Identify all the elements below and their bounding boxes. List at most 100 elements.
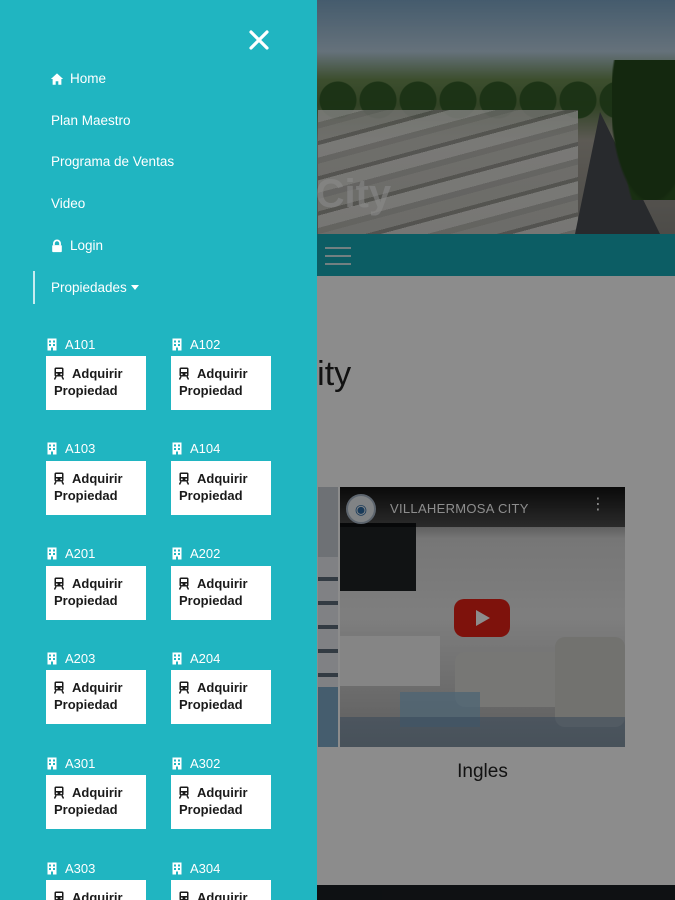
property-card-a202: A202 Adquirir Propiedad bbox=[171, 546, 271, 620]
menu-item-login[interactable]: Login bbox=[51, 238, 103, 253]
tram-icon bbox=[54, 577, 64, 590]
property-card-a301: A301 Adquirir Propiedad bbox=[46, 755, 146, 830]
acquire-label-line1: Adquirir bbox=[197, 785, 248, 801]
menu-item-label: Plan Maestro bbox=[51, 113, 131, 128]
home-icon bbox=[50, 72, 64, 85]
menu-item-label: Login bbox=[70, 238, 104, 253]
property-link[interactable]: A204 bbox=[171, 650, 271, 666]
tram-icon bbox=[54, 681, 64, 695]
menu-item-programa-de-ventas[interactable]: Programa de Ventas bbox=[51, 154, 174, 169]
property-link[interactable]: A303 bbox=[46, 860, 146, 876]
acquire-label-line2: Propiedad bbox=[179, 487, 243, 503]
acquire-label-line2: Propiedad bbox=[54, 592, 118, 608]
menu-item-home[interactable]: Home bbox=[50, 71, 107, 86]
acquire-label-line2: Propiedad bbox=[54, 487, 118, 503]
acquire-label-line2: Propiedad bbox=[179, 592, 243, 608]
property-code: A303 bbox=[65, 860, 96, 876]
acquire-property-button[interactable]: AdquirirPropiedad bbox=[171, 670, 271, 725]
property-card-a302: A302 Adquirir Propiedad bbox=[171, 755, 271, 830]
property-code: A302 bbox=[190, 755, 221, 771]
menu-item-label: Programa de Ventas bbox=[51, 154, 175, 169]
tram-icon bbox=[54, 367, 64, 380]
tram-icon bbox=[179, 577, 189, 590]
property-link[interactable]: A304 bbox=[171, 860, 271, 876]
acquire-label-line2: Propiedad bbox=[179, 697, 243, 713]
acquire-label-line2: Propiedad bbox=[54, 802, 118, 818]
acquire-property-button[interactable]: AdquirirPropiedad bbox=[46, 775, 146, 830]
building-icon bbox=[172, 652, 182, 665]
acquire-property-button[interactable]: AdquirirPropiedad bbox=[46, 460, 146, 515]
tram-icon bbox=[54, 472, 64, 485]
acquire-label-line1: Adquirir bbox=[72, 366, 123, 381]
building-icon bbox=[47, 862, 57, 874]
property-link[interactable]: A104 bbox=[171, 441, 271, 457]
acquire-label-line1: Adquirir bbox=[72, 785, 123, 801]
acquire-label-line1: Adquirir bbox=[197, 470, 248, 486]
acquire-label-line2: Propiedad bbox=[179, 802, 243, 818]
tram-icon bbox=[179, 472, 189, 485]
building-icon bbox=[47, 338, 57, 350]
acquire-label-line1: Adquirir bbox=[72, 890, 123, 900]
acquire-property-button[interactable]: AdquirirPropiedad bbox=[171, 775, 271, 830]
property-link[interactable]: A301 bbox=[46, 755, 146, 771]
acquire-property-button[interactable]: AdquirirPropiedad bbox=[171, 460, 271, 515]
property-link[interactable]: A101 bbox=[46, 336, 146, 352]
property-code: A304 bbox=[190, 860, 221, 876]
building-icon bbox=[47, 547, 57, 560]
acquire-label-line2: Propiedad bbox=[179, 383, 243, 398]
property-card-a304: A304 AdquirirPropiedad bbox=[171, 860, 271, 900]
tram-icon bbox=[179, 681, 189, 695]
building-icon bbox=[172, 442, 182, 455]
acquire-property-button[interactable]: AdquirirPropiedad bbox=[171, 565, 271, 620]
acquire-label-line1: Adquirir bbox=[72, 680, 123, 696]
acquire-label-line1: Adquirir bbox=[72, 575, 123, 591]
building-icon bbox=[47, 652, 57, 665]
acquire-property-button[interactable]: AdquirirPropiedad bbox=[171, 880, 271, 900]
menu-item-label: Video bbox=[51, 196, 86, 211]
property-link[interactable]: A102 bbox=[171, 336, 271, 352]
close-icon[interactable] bbox=[246, 27, 272, 53]
acquire-label-line2: Propiedad bbox=[54, 383, 118, 398]
acquire-property-button[interactable]: Adquirir Propiedad bbox=[46, 356, 146, 410]
property-link[interactable]: A202 bbox=[171, 546, 271, 562]
menu-item-video[interactable]: Video bbox=[51, 196, 85, 211]
menu-item-label: Propiedades bbox=[51, 280, 127, 295]
tram-icon bbox=[179, 786, 189, 800]
tram-icon bbox=[179, 891, 189, 900]
building-icon bbox=[172, 757, 182, 770]
tram-icon bbox=[179, 367, 189, 380]
property-card-a103: A103 Adquirir Propiedad bbox=[46, 441, 146, 515]
property-card-a203: A203 Adquirir Propiedad bbox=[46, 650, 146, 725]
building-icon bbox=[172, 338, 182, 350]
building-icon bbox=[47, 442, 57, 455]
building-icon bbox=[47, 757, 57, 770]
property-link[interactable]: A201 bbox=[46, 546, 146, 562]
tram-icon bbox=[54, 786, 64, 800]
menu-item-label: Home bbox=[70, 71, 107, 86]
acquire-property-button[interactable]: AdquirirPropiedad bbox=[46, 565, 146, 620]
property-code: A101 bbox=[65, 336, 96, 352]
tram-icon bbox=[54, 891, 64, 900]
menu-item-plan-maestro[interactable]: Plan Maestro bbox=[51, 113, 131, 128]
property-link[interactable]: A203 bbox=[46, 650, 146, 666]
property-code: A103 bbox=[65, 441, 96, 457]
acquire-property-button[interactable]: AdquirirPropiedad bbox=[46, 880, 146, 900]
acquire-label-line1: Adquirir bbox=[197, 680, 248, 696]
property-card-a101: A101 Adquirir Propiedad bbox=[46, 336, 146, 410]
property-link[interactable]: A103 bbox=[46, 441, 146, 457]
building-icon bbox=[172, 547, 182, 560]
active-indicator bbox=[33, 271, 35, 304]
property-code: A201 bbox=[65, 546, 96, 562]
property-card-a201: A201 Adquirir Propiedad bbox=[46, 546, 146, 620]
acquire-label-line1: Adquirir bbox=[72, 470, 123, 486]
acquire-property-button[interactable]: AdquirirPropiedad bbox=[171, 356, 271, 410]
property-card-a102: A102 Adquirir Propiedad bbox=[171, 336, 271, 410]
property-code: A204 bbox=[190, 650, 221, 666]
property-link[interactable]: A302 bbox=[171, 755, 271, 771]
caret-down-icon bbox=[130, 285, 139, 290]
menu-item-propiedades[interactable]: Propiedades bbox=[51, 280, 139, 295]
acquire-property-button[interactable]: AdquirirPropiedad bbox=[46, 670, 146, 725]
acquire-label-line2: Propiedad bbox=[54, 697, 118, 713]
property-code: A202 bbox=[190, 546, 221, 562]
acquire-label-line1: Adquirir bbox=[197, 575, 248, 591]
